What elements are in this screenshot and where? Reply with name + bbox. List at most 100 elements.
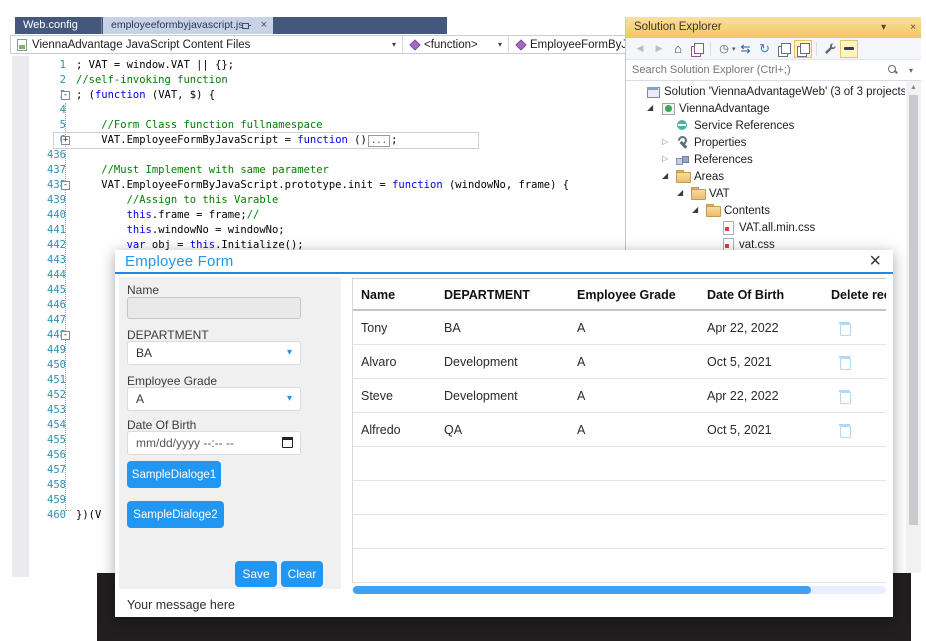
- calendar-icon[interactable]: [282, 437, 293, 448]
- delete-record-icon[interactable]: [839, 321, 851, 335]
- solution-icon: [646, 85, 660, 98]
- window-menu-icon[interactable]: ▾: [881, 17, 886, 38]
- sample-dialog-1-button[interactable]: SampleDialoge1: [127, 461, 221, 488]
- tree-item-solution-viennaadvantageweb-3-of[interactable]: Solution 'ViennaAdvantageWeb' (3 of 3 pr…: [626, 83, 905, 100]
- vertical-scrollbar[interactable]: ▲: [906, 81, 921, 573]
- table-row-empty: [353, 515, 886, 549]
- sync-selection-icon[interactable]: ⇆: [737, 40, 755, 58]
- table-cell: Steve: [361, 379, 393, 413]
- table-row-empty: [353, 481, 886, 515]
- tree-item-label: Areas: [694, 169, 724, 185]
- tree-item-service-references[interactable]: Service References: [626, 117, 905, 134]
- line-number: 458: [30, 478, 66, 493]
- collapse-icon[interactable]: ◢: [692, 205, 698, 214]
- code-text: //self-invoking function: [76, 73, 228, 88]
- delete-record-icon[interactable]: [839, 423, 851, 437]
- table-row-empty: [353, 549, 886, 583]
- function-scope-dropdown[interactable]: <function> ▾: [403, 36, 509, 53]
- css-icon: [721, 221, 735, 234]
- search-icon[interactable]: [888, 65, 899, 76]
- tree-item-properties[interactable]: ▷Properties: [626, 134, 905, 151]
- expand-icon[interactable]: ▷: [662, 137, 668, 146]
- collapse-icon[interactable]: ◢: [662, 171, 668, 180]
- scrollbar-thumb[interactable]: [353, 586, 811, 594]
- preview-selected-items-button[interactable]: [840, 40, 858, 58]
- scroll-up-icon[interactable]: ▲: [910, 84, 917, 91]
- tree-item-references[interactable]: ▷References: [626, 151, 905, 168]
- line-number: 440: [30, 208, 66, 223]
- home-icon[interactable]: ⌂: [669, 40, 687, 58]
- pending-changes-filter-icon[interactable]: ◷: [715, 40, 733, 58]
- member-scope-label: EmployeeFormByJavaS: [530, 39, 625, 51]
- method-icon: [515, 39, 526, 50]
- clear-button[interactable]: Clear: [281, 561, 323, 587]
- dob-placeholder: mm/dd/yyyy --:-- --: [136, 436, 234, 450]
- close-panel-icon[interactable]: ×: [910, 17, 916, 38]
- tab-employeeformbyjavascript[interactable]: employeeformbyjavascript.js ×: [103, 17, 273, 34]
- line-number: 449: [30, 343, 66, 358]
- collapse-icon[interactable]: ◢: [677, 188, 683, 197]
- tree-item-vat[interactable]: ◢VAT: [626, 185, 905, 202]
- navigate-back-icon[interactable]: ◀: [631, 40, 649, 58]
- properties-icon[interactable]: [821, 40, 839, 58]
- navigate-forward-icon[interactable]: ▶: [650, 40, 668, 58]
- table-row: SteveDevelopmentAApr 22, 2022: [353, 379, 886, 413]
- close-dialog-icon[interactable]: ×: [869, 249, 881, 273]
- code-line: 441 this.windowNo = windowNo;: [10, 223, 624, 238]
- toolbar-separator: [710, 42, 711, 56]
- code-line: 5 //Form Class function fullnamespace: [10, 118, 624, 133]
- line-number: 443: [30, 253, 66, 268]
- table-cell: QA: [444, 413, 462, 447]
- refresh-icon[interactable]: ↻: [756, 40, 774, 58]
- save-button[interactable]: Save: [235, 561, 277, 587]
- line-number: 456: [30, 448, 66, 463]
- fold-expand-icon[interactable]: +: [61, 136, 70, 145]
- search-input[interactable]: [632, 60, 882, 80]
- tree-item-areas[interactable]: ◢ Areas: [626, 168, 905, 185]
- line-number: 452: [30, 388, 66, 403]
- table-cell: Alfredo: [361, 413, 401, 447]
- grade-select[interactable]: A ▾: [127, 387, 301, 411]
- screenshot-root: Web.config employeeformbyjavascript.js ×…: [0, 0, 926, 641]
- close-tab-icon[interactable]: ×: [261, 17, 267, 34]
- project-files-dropdown[interactable]: ViennaAdvantage JavaScript Content Files…: [11, 36, 403, 53]
- line-number: 460: [30, 508, 66, 523]
- collapse-icon[interactable]: ◢: [647, 103, 653, 112]
- department-select[interactable]: BA ▾: [127, 341, 301, 365]
- table-cell: Tony: [361, 311, 387, 345]
- wrench-icon: [823, 42, 836, 55]
- sync-with-active-document-icon[interactable]: [688, 40, 706, 58]
- column-header: Delete reco: [831, 279, 886, 311]
- chevron-down-icon: ▾: [498, 40, 502, 49]
- fold-collapse-icon[interactable]: -: [61, 331, 70, 340]
- line-number: 453: [30, 403, 66, 418]
- search-options-icon[interactable]: ▾: [909, 66, 913, 75]
- member-scope-dropdown[interactable]: EmployeeFormByJavaS: [509, 36, 625, 53]
- tree-item-contents[interactable]: ◢Contents: [626, 202, 905, 219]
- name-field[interactable]: [127, 297, 301, 319]
- pin-icon[interactable]: [241, 21, 251, 31]
- show-all-files-button[interactable]: [794, 40, 812, 58]
- horizontal-scrollbar[interactable]: [352, 586, 886, 594]
- tree-item-vat-all-min-css[interactable]: VAT.all.min.css: [626, 219, 905, 236]
- code-line: 6+ VAT.EmployeeFormByJavaScript = functi…: [10, 133, 624, 148]
- fold-collapse-icon[interactable]: -: [61, 181, 70, 190]
- dob-input[interactable]: mm/dd/yyyy --:-- --: [127, 431, 301, 455]
- tree-item-label: Service References: [694, 118, 794, 134]
- code-text: })(V: [76, 508, 101, 523]
- code-line: 439 //Assign to this Varable: [10, 193, 624, 208]
- tree-item-label: ViennaAdvantage: [679, 101, 770, 117]
- auto-hide-pin-icon[interactable]: [893, 23, 903, 33]
- sample-dialog-2-button[interactable]: SampleDialoge2: [127, 501, 224, 528]
- scrollbar-thumb[interactable]: [909, 95, 918, 525]
- expand-icon[interactable]: ▷: [662, 154, 668, 163]
- tree-item-viennaadvantage[interactable]: ◢ ViennaAdvantage: [626, 100, 905, 117]
- tab-webconfig[interactable]: Web.config: [15, 17, 102, 34]
- references-icon: [676, 153, 690, 166]
- delete-record-icon[interactable]: [839, 389, 851, 403]
- fold-collapse-icon[interactable]: -: [61, 91, 70, 100]
- code-text: VAT.EmployeeFormByJavaScript = function …: [76, 133, 397, 149]
- collapse-all-icon[interactable]: [775, 40, 793, 58]
- code-text: //Must Implement with same parameter: [76, 163, 329, 178]
- delete-record-icon[interactable]: [839, 355, 851, 369]
